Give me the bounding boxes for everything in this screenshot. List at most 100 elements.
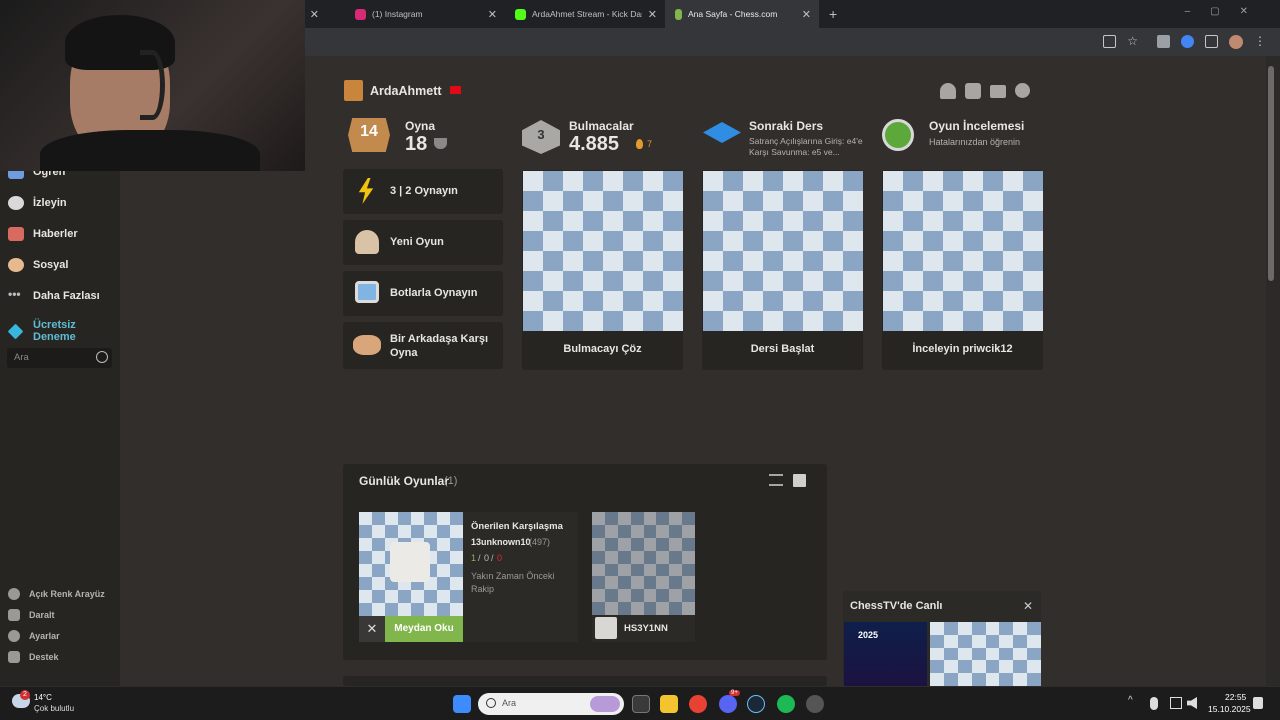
board-square[interactable] — [643, 550, 657, 564]
lesson-card[interactable]: Dersi Başlat — [702, 170, 863, 370]
board-square[interactable] — [563, 191, 583, 211]
board-square[interactable] — [372, 603, 385, 616]
search-icon[interactable] — [96, 351, 108, 363]
board-square[interactable] — [823, 171, 843, 191]
network-icon[interactable] — [1170, 697, 1182, 709]
board-square[interactable] — [643, 602, 657, 615]
board-square[interactable] — [963, 291, 983, 311]
board-square[interactable] — [903, 271, 923, 291]
board-square[interactable] — [411, 525, 424, 538]
board-square[interactable] — [359, 525, 372, 538]
board-square[interactable] — [543, 231, 563, 251]
board-square[interactable] — [723, 291, 743, 311]
steam-icon[interactable] — [747, 695, 765, 713]
board-square[interactable] — [803, 191, 823, 211]
board-square[interactable] — [763, 171, 783, 191]
board-square[interactable] — [669, 550, 683, 564]
board-square[interactable] — [930, 634, 944, 648]
board-square[interactable] — [783, 251, 803, 271]
tab-close-prev[interactable]: ✕ — [305, 0, 319, 28]
username[interactable]: ArdaAhmett — [370, 84, 442, 98]
board-square[interactable] — [763, 291, 783, 311]
board-square[interactable] — [603, 251, 623, 271]
board-square[interactable] — [617, 602, 631, 615]
board-square[interactable] — [843, 171, 863, 191]
board-square[interactable] — [971, 660, 986, 674]
board-square[interactable] — [903, 211, 923, 231]
sidebar-item-light-theme[interactable]: Açık Renk Arayüz — [0, 583, 120, 604]
board-square[interactable] — [783, 271, 803, 291]
board-square[interactable] — [604, 512, 618, 525]
chess-board[interactable] — [883, 171, 1043, 331]
suggested-match-card[interactable]: Önerilen Karşılaşma 13unknown10 (497) 1 … — [463, 512, 578, 642]
board-square[interactable] — [669, 563, 683, 577]
board-square[interactable] — [630, 550, 644, 564]
board-square[interactable] — [437, 577, 450, 590]
board-square[interactable] — [523, 211, 543, 231]
board-square[interactable] — [1013, 647, 1028, 661]
board-square[interactable] — [1023, 251, 1043, 271]
board-square[interactable] — [823, 311, 843, 331]
chess-board[interactable] — [930, 622, 1041, 686]
board-square[interactable] — [359, 590, 372, 603]
board-square[interactable] — [971, 634, 986, 648]
board-square[interactable] — [743, 251, 763, 271]
board-square[interactable] — [963, 311, 983, 331]
board-square[interactable] — [703, 211, 723, 231]
board-square[interactable] — [803, 171, 823, 191]
board-square[interactable] — [743, 191, 763, 211]
board-square[interactable] — [663, 251, 683, 271]
challenge-icon[interactable] — [965, 83, 981, 99]
board-square[interactable] — [623, 171, 643, 191]
board-square[interactable] — [603, 271, 623, 291]
board-square[interactable] — [411, 512, 424, 525]
board-square[interactable] — [743, 211, 763, 231]
board-square[interactable] — [1027, 660, 1041, 674]
board-square[interactable] — [983, 191, 1003, 211]
board-square[interactable] — [957, 634, 972, 648]
board-square[interactable] — [883, 171, 903, 191]
board-square[interactable] — [411, 603, 424, 616]
review-title[interactable]: Oyun İncelemesi — [929, 119, 1024, 133]
board-square[interactable] — [437, 551, 450, 564]
board-square[interactable] — [656, 602, 670, 615]
board-square[interactable] — [385, 525, 398, 538]
board-square[interactable] — [450, 525, 463, 538]
mail-icon[interactable] — [990, 85, 1006, 98]
app-icon[interactable] — [806, 695, 824, 713]
board-square[interactable] — [823, 251, 843, 271]
board-square[interactable] — [682, 550, 695, 564]
board-square[interactable] — [999, 634, 1014, 648]
board-square[interactable] — [743, 291, 763, 311]
board-square[interactable] — [1013, 622, 1028, 635]
tab-chess[interactable]: Ana Sayfa - Chess.com ✕ — [665, 0, 819, 28]
board-square[interactable] — [723, 251, 743, 271]
board-square[interactable] — [424, 590, 437, 603]
task-view-icon[interactable] — [632, 695, 650, 713]
close-icon[interactable]: ✕ — [802, 8, 811, 21]
avatar[interactable] — [1229, 35, 1243, 49]
board-square[interactable] — [803, 251, 823, 271]
board-square[interactable] — [583, 271, 603, 291]
challenge-button[interactable]: Meydan Oku — [385, 616, 463, 642]
board-square[interactable] — [1023, 291, 1043, 311]
board-square[interactable] — [643, 512, 657, 525]
board-square[interactable] — [372, 525, 385, 538]
board-square[interactable] — [563, 271, 583, 291]
chess-board[interactable] — [592, 512, 695, 615]
board-square[interactable] — [883, 251, 903, 271]
chess-board[interactable] — [703, 171, 863, 331]
avatar[interactable] — [344, 80, 363, 101]
board-square[interactable] — [398, 590, 411, 603]
close-icon[interactable]: ✕ — [648, 8, 657, 21]
extension-icon[interactable] — [1157, 35, 1170, 48]
chrome-icon[interactable] — [689, 695, 707, 713]
board-square[interactable] — [723, 171, 743, 191]
board-square[interactable] — [563, 311, 583, 331]
board-square[interactable] — [372, 564, 385, 577]
board-square[interactable] — [385, 590, 398, 603]
board-square[interactable] — [359, 551, 372, 564]
board-square[interactable] — [943, 311, 963, 331]
board-square[interactable] — [957, 647, 972, 661]
board-square[interactable] — [603, 191, 623, 211]
